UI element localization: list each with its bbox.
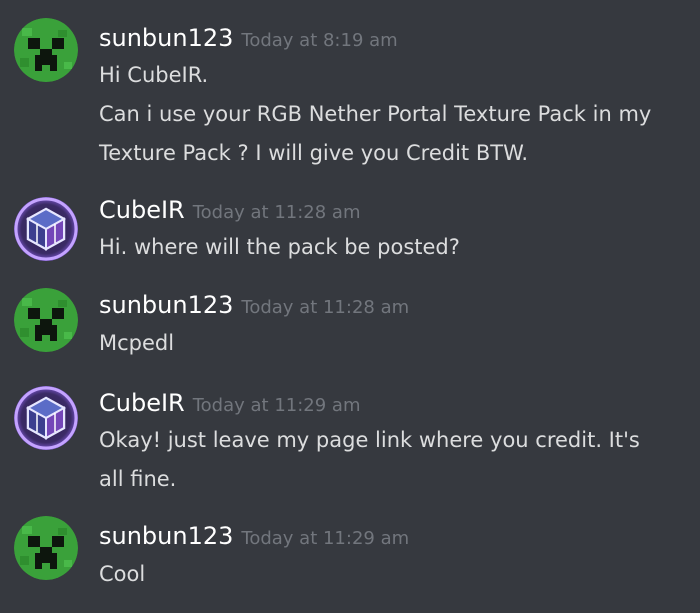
message-timestamp: Today at 11:28 am: [241, 297, 410, 318]
message-text-line: Cool: [99, 562, 146, 586]
message-header: CubeIR Today at 11:28 am: [99, 196, 360, 224]
creeper-face-icon[interactable]: [14, 516, 78, 580]
cube-logo-icon[interactable]: [14, 386, 78, 450]
message-text-line: all fine.: [99, 467, 177, 491]
message-text-line: Can i use your RGB Nether Portal Texture…: [99, 102, 652, 126]
message-timestamp: Today at 11:29 am: [241, 528, 410, 549]
message-header: sunbun123 Today at 8:19 am: [99, 24, 398, 52]
chat-log: sunbun123 Today at 8:19 am Hi CubeIR. Can…: [0, 0, 700, 613]
message-timestamp: Today at 8:19 am: [241, 30, 398, 51]
author-name[interactable]: sunbun123: [99, 291, 233, 319]
message-header: sunbun123 Today at 11:29 am: [99, 522, 409, 550]
cube-logo-icon[interactable]: [14, 197, 78, 261]
author-name[interactable]: sunbun123: [99, 522, 233, 550]
creeper-face-icon[interactable]: [14, 288, 78, 352]
message-header: CubeIR Today at 11:29 am: [99, 389, 360, 417]
message-text-line: Okay! just leave my page link where you …: [99, 428, 640, 452]
message-text-line: Mcpedl: [99, 331, 175, 355]
message-text-line: Hi. where will the pack be posted?: [99, 235, 460, 259]
message-header: sunbun123 Today at 11:28 am: [99, 291, 409, 319]
message-text-line: Texture Pack ? I will give you Credit BT…: [99, 141, 529, 165]
message-timestamp: Today at 11:29 am: [192, 395, 361, 416]
author-name[interactable]: CubeIR: [99, 389, 185, 417]
message-text-line: Hi CubeIR.: [99, 63, 209, 87]
author-name[interactable]: sunbun123: [99, 24, 233, 52]
message-timestamp: Today at 11:28 am: [192, 202, 361, 223]
author-name[interactable]: CubeIR: [99, 196, 185, 224]
creeper-face-icon[interactable]: [14, 18, 78, 82]
